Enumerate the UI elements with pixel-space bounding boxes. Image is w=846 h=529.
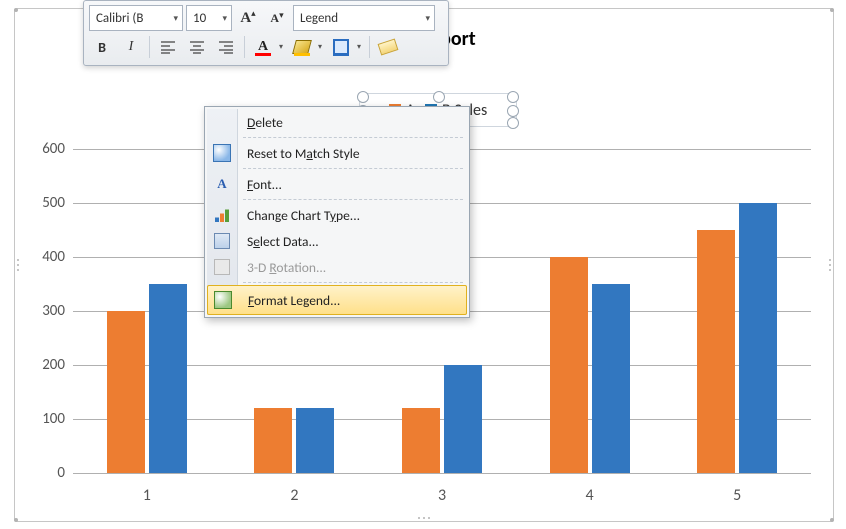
y-tick-label: 500 <box>33 194 65 212</box>
dropdown-icon[interactable]: ▾ <box>276 42 286 52</box>
menu-change-chart-type[interactable]: Change Chart Type... <box>207 202 467 228</box>
selection-handle[interactable] <box>507 91 519 103</box>
italic-button[interactable]: I <box>118 34 144 60</box>
x-tick-label: 5 <box>717 486 757 505</box>
font-name-combo[interactable]: Calibri (B ▾ <box>89 5 183 31</box>
bar-series-a[interactable] <box>107 311 145 473</box>
x-tick-label: 2 <box>274 486 314 505</box>
y-tick-label: 600 <box>33 140 65 158</box>
menu-select-data[interactable]: Select Data... <box>207 228 467 254</box>
selection-handle[interactable] <box>507 117 519 129</box>
selection-handle[interactable] <box>433 91 445 103</box>
chart-handle[interactable] <box>14 518 18 522</box>
paint-bucket-icon <box>292 40 312 54</box>
bar-series-a[interactable] <box>402 408 440 473</box>
dropdown-icon[interactable]: ▾ <box>354 42 364 52</box>
format-legend-icon <box>214 291 232 309</box>
fill-color-button[interactable]: ▾ <box>289 35 325 59</box>
y-tick-label: 200 <box>33 356 65 374</box>
bar-series-b[interactable] <box>592 284 630 473</box>
font-icon: A <box>213 175 231 193</box>
align-center-icon <box>189 40 205 54</box>
font-name-value: Calibri (B <box>96 11 143 26</box>
bar-series-b[interactable] <box>739 203 777 473</box>
x-tick-label: 3 <box>422 486 462 505</box>
rotation-3d-icon <box>213 258 231 276</box>
shrink-font-button[interactable]: A▾ <box>264 5 290 31</box>
chart-element-value: Legend <box>300 11 338 26</box>
mini-toolbar[interactable]: Calibri (B ▾ 10 ▾ A▴ A▾ Legend ▾ B I <box>83 0 449 66</box>
select-data-icon <box>213 232 231 250</box>
bar-series-b[interactable] <box>149 284 187 473</box>
y-tick-label: 0 <box>33 464 65 482</box>
chart-handle[interactable] <box>830 8 834 12</box>
format-painter-button[interactable] <box>375 34 401 60</box>
fill-color-swatch <box>294 53 310 56</box>
y-tick-label: 100 <box>33 410 65 428</box>
bar-series-b[interactable] <box>296 408 334 473</box>
align-right-button[interactable] <box>213 34 239 60</box>
outline-color-swatch <box>333 53 349 56</box>
y-tick-label: 400 <box>33 248 65 266</box>
chart-handle[interactable] <box>17 259 19 271</box>
bar-series-a[interactable] <box>254 408 292 473</box>
font-size-value: 10 <box>193 11 206 26</box>
selection-handle[interactable] <box>507 105 519 117</box>
bar-series-a[interactable] <box>550 257 588 473</box>
chart-type-icon <box>213 206 231 224</box>
outline-color-button[interactable]: ▾ <box>328 35 364 59</box>
dropdown-icon[interactable]: ▾ <box>222 13 227 24</box>
chart-handle[interactable] <box>14 8 18 12</box>
align-center-button[interactable] <box>184 34 210 60</box>
menu-reset-to-match-style[interactable]: Reset to Match Style <box>207 140 467 166</box>
chart-handle[interactable] <box>829 259 831 271</box>
dropdown-icon[interactable]: ▾ <box>425 13 430 24</box>
dropdown-icon[interactable]: ▾ <box>315 42 325 52</box>
context-menu[interactable]: Delete Reset to Match Style A Font... Ch… <box>204 106 470 318</box>
chart-handle[interactable] <box>830 518 834 522</box>
gridline <box>73 473 811 474</box>
align-left-button[interactable] <box>155 34 181 60</box>
bar-series-b[interactable] <box>444 365 482 473</box>
menu-3d-rotation: 3-D Rotation... <box>207 254 467 280</box>
y-tick-label: 300 <box>33 302 65 320</box>
dropdown-icon[interactable]: ▾ <box>173 13 178 24</box>
x-tick-label: 1 <box>127 486 167 505</box>
grow-font-button[interactable]: A▴ <box>235 5 261 31</box>
align-left-icon <box>160 40 176 54</box>
bold-button[interactable]: B <box>89 34 115 60</box>
menu-delete[interactable]: Delete <box>207 109 467 135</box>
menu-format-legend[interactable]: Format Legend... <box>207 285 467 315</box>
bar-series-a[interactable] <box>697 230 735 473</box>
chart-element-combo[interactable]: Legend ▾ <box>293 5 435 31</box>
chart-handle[interactable] <box>418 517 430 519</box>
menu-font[interactable]: A Font... <box>207 171 467 197</box>
font-color-button[interactable]: A ▾ <box>250 35 286 59</box>
font-color-swatch <box>255 53 271 56</box>
x-tick-label: 4 <box>570 486 610 505</box>
format-painter-icon <box>378 39 399 56</box>
reset-icon <box>213 144 231 162</box>
font-size-combo[interactable]: 10 ▾ <box>186 5 232 31</box>
selection-handle[interactable] <box>357 91 369 103</box>
align-right-icon <box>218 40 234 54</box>
